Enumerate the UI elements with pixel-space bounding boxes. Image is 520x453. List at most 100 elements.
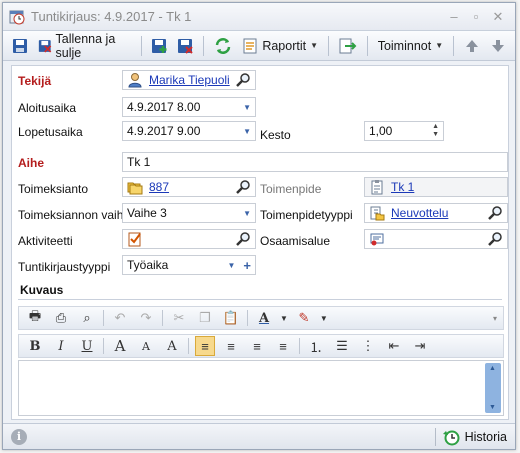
copy-icon[interactable]: ❐ [195, 308, 215, 328]
chevron-down-icon[interactable]: ▼ [243, 103, 251, 112]
toolbar-separator [140, 35, 142, 56]
print-preview-icon[interactable]: ⎙ [51, 308, 71, 328]
aloitusaika-field[interactable]: 4.9.2017 8.00 ▼ [122, 97, 256, 117]
align-center-icon[interactable]: ≡ [221, 336, 241, 356]
clipboard-icon [371, 180, 383, 195]
window: Tuntikirjaus: 4.9.2017 - Tk 1 – ▫ ✕ Tall… [2, 2, 516, 450]
history-button[interactable]: Historia [434, 427, 507, 446]
toolbar-separator [366, 35, 368, 56]
search-icon[interactable] [487, 231, 503, 247]
toimeksianto-value[interactable]: 887 [149, 180, 169, 194]
tekija-field[interactable]: Marika Tiepuoli [122, 70, 256, 90]
reports-label: Raportit [262, 38, 307, 53]
find-icon[interactable]: ⌕ [77, 308, 97, 328]
highlight-icon[interactable]: ✎ [294, 308, 314, 328]
align-right-icon[interactable]: ≡ [247, 336, 267, 356]
history-label: Historia [464, 429, 507, 444]
chevron-down-icon[interactable]: ▼ [243, 209, 251, 218]
info-icon[interactable]: i [11, 428, 27, 445]
close-button[interactable]: ✕ [487, 9, 509, 25]
osaamisalue-label: Osaamisalue [260, 234, 331, 248]
arrow-down-icon [491, 39, 504, 52]
scroll-down-icon[interactable]: ▼ [489, 404, 496, 411]
search-icon[interactable] [235, 179, 251, 195]
chevron-down-icon: ▼ [310, 41, 319, 50]
arrow-up-icon [465, 39, 478, 52]
osaamisalue-field[interactable] [364, 229, 508, 249]
separator [103, 310, 104, 326]
toimeksiannon-vaihe-field[interactable]: Vaihe 3 ▼ [122, 203, 256, 223]
minimize-button[interactable]: – [443, 9, 465, 24]
maximize-button[interactable]: ▫ [465, 9, 487, 24]
decrease-indent-icon[interactable]: ⇤ [384, 336, 404, 356]
separator [247, 310, 248, 326]
chevron-down-icon[interactable]: ▼ [227, 261, 235, 270]
toolbar-separator [453, 35, 454, 56]
search-icon[interactable] [235, 231, 251, 247]
actions-menu[interactable]: Toiminnot ▼ [375, 34, 446, 58]
italic-icon[interactable]: I [51, 336, 71, 356]
search-icon[interactable] [487, 205, 503, 221]
person-icon [128, 73, 142, 88]
toimenpidetyyppi-field[interactable]: Neuvottelu [364, 203, 508, 223]
redo-icon[interactable]: ↷ [136, 308, 156, 328]
save-and-close-button[interactable]: Tallenna ja sulje [35, 31, 134, 60]
save-new-icon [152, 38, 167, 53]
form-panel: Tekijä Marika Tiepuoli Aloitusaika 4.9.2… [11, 65, 509, 420]
aihe-field[interactable]: Tk 1 [122, 152, 508, 172]
toimeksianto-label: Toimeksianto [18, 182, 89, 196]
align-left-icon[interactable]: ≡ [195, 336, 215, 356]
print-icon[interactable]: 🖶 [25, 308, 45, 328]
save-and-delete-button[interactable] [174, 34, 196, 58]
chevron-down-icon[interactable]: ▼ [280, 314, 288, 323]
font-style-icon[interactable]: A [162, 336, 182, 356]
underline-icon[interactable]: U [77, 336, 97, 356]
toolbar-overflow-icon[interactable]: ▾ [493, 314, 497, 323]
save-button[interactable] [9, 34, 31, 58]
bullet-list-icon[interactable]: ☰ [332, 336, 352, 356]
save-and-new-button[interactable] [148, 34, 170, 58]
chevron-down-icon: ▼ [435, 41, 444, 50]
description-editor[interactable]: ▲ ▼ [18, 360, 504, 416]
toimeksiannon-vaihe-value: Vaihe 3 [127, 206, 167, 220]
tekija-value[interactable]: Marika Tiepuoli [149, 73, 230, 87]
spin-buttons[interactable]: ▲ ▼ [432, 123, 439, 139]
editor-toolbar-2: B I U A A A ≡ ≡ ≡ ≡ ⒈ ☰ ⋮ ⇤ ⇥ [18, 334, 504, 358]
export-button[interactable] [336, 34, 360, 58]
tuntikirjaustyyppi-field[interactable]: Työaika ▼ + [122, 255, 256, 275]
toimenpide-value[interactable]: Tk 1 [391, 180, 414, 194]
search-icon[interactable] [235, 72, 251, 88]
toimeksianto-field[interactable]: 887 [122, 177, 256, 197]
multilevel-list-icon[interactable]: ⋮ [358, 336, 378, 356]
main-toolbar: Tallenna ja sulje Raportit ▼ Toiminnot ▼ [3, 31, 515, 61]
paste-icon[interactable]: 📋 [221, 308, 241, 328]
undo-icon[interactable]: ↶ [110, 308, 130, 328]
save-delete-icon [178, 38, 194, 54]
next-record-button[interactable] [487, 34, 509, 58]
refresh-button[interactable] [211, 34, 235, 58]
lopetusaika-field[interactable]: 4.9.2017 9.00 ▼ [122, 121, 256, 141]
add-icon[interactable]: + [243, 258, 251, 273]
scroll-up-icon[interactable]: ▲ [489, 365, 496, 372]
save-and-close-label: Tallenna ja sulje [55, 31, 116, 60]
previous-record-button[interactable] [461, 34, 483, 58]
numbered-list-icon[interactable]: ⒈ [306, 336, 326, 356]
justify-icon[interactable]: ≡ [273, 336, 293, 356]
chevron-down-icon[interactable]: ▼ [243, 127, 251, 136]
app-clock-icon [9, 10, 25, 24]
kesto-label: Kesto [260, 128, 291, 142]
bold-icon[interactable]: B [25, 336, 45, 356]
history-icon [442, 430, 460, 445]
reports-menu[interactable]: Raportit ▼ [239, 34, 321, 58]
shrink-font-icon[interactable]: A [136, 336, 156, 356]
toimenpidetyyppi-value[interactable]: Neuvottelu [391, 206, 448, 220]
aihe-value: Tk 1 [127, 155, 151, 169]
vertical-scrollbar[interactable]: ▲ ▼ [485, 363, 501, 413]
aktiviteetti-field[interactable] [122, 229, 256, 249]
increase-indent-icon[interactable]: ⇥ [410, 336, 430, 356]
cut-icon[interactable]: ✂ [169, 308, 189, 328]
font-color-icon[interactable]: A [254, 308, 274, 328]
kesto-field[interactable]: 1,00 ▲ ▼ [364, 121, 444, 141]
grow-font-icon[interactable]: A [110, 336, 130, 356]
chevron-down-icon[interactable]: ▼ [320, 314, 328, 323]
